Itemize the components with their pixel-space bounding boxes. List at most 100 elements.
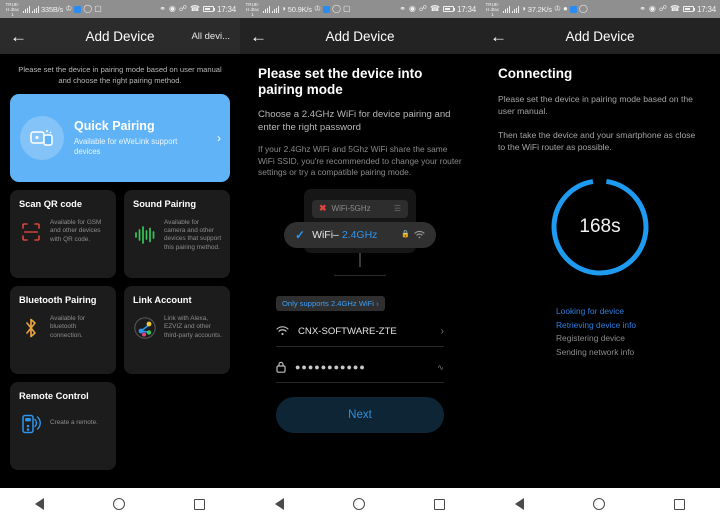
qr-scan-icon — [19, 219, 43, 245]
mute-icon-2: ☎ — [430, 4, 440, 13]
system-nav-bar-2 — [240, 488, 480, 520]
nav-recents-icon[interactable] — [194, 498, 206, 510]
carrier-label-3: TRUE-H dtac 1 — [485, 1, 500, 17]
bluetooth-icon-3: ☍ — [658, 4, 667, 13]
bluetooth-icon-2: ☍ — [418, 4, 427, 13]
card-bluetooth-pairing[interactable]: Bluetooth Pairing Available for bluetoot… — [10, 286, 116, 374]
sound-wave-icon — [133, 222, 157, 248]
quick-pairing-text: Quick Pairing Available for eWeLink supp… — [74, 119, 192, 157]
card-desc: Available for bluetooth connection. — [50, 314, 86, 339]
mute-icon-1: ☎ — [190, 4, 200, 13]
sync-icon-1: ◯ — [83, 4, 93, 13]
ssid-field[interactable]: CNX-SOFTWARE-ZTE › — [276, 317, 444, 347]
card-sound-pairing[interactable]: Sound Pairing Available for camera and o… — [124, 190, 230, 278]
signal-bars-icon-1b — [31, 5, 39, 13]
vpn-key-icon-1: ⚭ — [159, 4, 166, 13]
system-nav-bar-3 — [480, 488, 720, 520]
nav-home-icon[interactable] — [352, 498, 365, 510]
step-registering-device: Registering device — [556, 333, 625, 343]
network-speed-3: 37.2K/s — [527, 4, 552, 14]
card-title: Scan QR code — [19, 199, 83, 209]
wifi-icon-2: ◑ — [280, 4, 286, 13]
step-sending-network-info: Sending network info — [556, 346, 635, 357]
app-bar-1: ← Add Device All devi... — [0, 18, 240, 54]
link-account-icon — [133, 315, 157, 341]
lock-icon — [276, 361, 286, 373]
eye-icon-3: ◉ — [648, 4, 656, 13]
carrier-label-2: TRUE-H dtac 1 — [245, 1, 260, 17]
back-arrow-icon[interactable]: ← — [250, 28, 270, 45]
step-looking-for-device: Looking for device — [556, 306, 624, 316]
status-bar-2: TRUE-H dtac 1 ◑ 50.9K/s ♔ ◯ ▢ ⚭ ◉ ☍ ☎ 17… — [240, 0, 480, 18]
pairing-note-text: If your 2.4Ghz WiFi and 5Ghz WiFi share … — [258, 144, 462, 177]
sync-icon-3: ◯ — [578, 4, 588, 13]
card-remote-control[interactable]: Remote Control Create a remote. — [10, 382, 116, 470]
signal-bars-icon-3 — [503, 5, 510, 13]
ssid-value: CNX-SOFTWARE-ZTE — [298, 325, 397, 337]
wifi-row-24ghz: ✓ WiFi– 2.4GHz 🔒 — [284, 221, 436, 248]
card-desc: Available for camera and other devices t… — [164, 218, 222, 251]
system-nav-bar-1 — [0, 488, 240, 520]
status-bar-3: TRUE-H dtac 1 ◑ 37.2K/s ♔ ● ◯ ⚭ ◉ ☍ ☎ 17… — [480, 0, 720, 18]
only-supports-24ghz-badge[interactable]: Only supports 2.4GHz WiFi › — [276, 295, 385, 311]
nav-home-icon[interactable] — [112, 498, 125, 510]
clock-1: 17:34 — [216, 4, 236, 14]
screen1-body: Please set the device in pairing mode ba… — [0, 54, 240, 488]
phone-screen-add-device-list: TRUE-H dtac 1 335B/s ♔ ◯ ▢ ⚭ ◉ ☍ ☎ 17:34… — [0, 0, 240, 520]
sync-icon-2: ◯ — [332, 4, 341, 13]
back-arrow-icon[interactable]: ← — [10, 28, 30, 45]
next-button[interactable]: Next — [276, 396, 444, 433]
step-retrieving-device-info: Retrieving device info — [556, 319, 637, 330]
wifi-signal-icon — [414, 230, 425, 239]
quick-pairing-title: Quick Pairing — [74, 119, 155, 133]
shield-icon-3: ♔ — [553, 4, 561, 13]
remote-control-icon — [19, 411, 43, 437]
password-field[interactable]: ●●●●●●●●●●● ∿ — [276, 353, 444, 383]
back-arrow-icon[interactable]: ← — [490, 28, 510, 45]
shield-icon-1: ♔ — [65, 4, 73, 13]
battery-icon-2 — [442, 6, 456, 12]
signal-bars-icon-3b — [511, 5, 519, 13]
connecting-heading: Connecting — [498, 66, 573, 81]
connecting-para-2: Then take the device and your smartphone… — [498, 130, 696, 152]
vpn-key-icon-2: ⚭ — [399, 4, 406, 13]
card-desc: Link with Alexa, EZVIZ and other third-p… — [164, 314, 222, 339]
nav-home-icon[interactable] — [592, 498, 605, 510]
pairing-method-grid: Scan QR code Available for GSM and other… — [0, 182, 240, 470]
mute-icon-3: ☎ — [670, 4, 680, 13]
eye-icon-1: ◉ — [168, 4, 176, 13]
app-bar-2: ← Add Device — [240, 18, 480, 54]
password-value: ●●●●●●●●●●● — [295, 362, 366, 372]
screen3-body: Connecting Please set the device in pair… — [480, 54, 720, 488]
monitor-base — [334, 265, 386, 276]
app-badge-icon-2 — [323, 5, 330, 13]
signal-bars-icon-2 — [263, 5, 270, 13]
nav-recents-icon[interactable] — [674, 498, 686, 510]
phone-screen-wifi-setup: TRUE-H dtac 1 ◑ 50.9K/s ♔ ◯ ▢ ⚭ ◉ ☍ ☎ 17… — [240, 0, 480, 520]
chevron-right-icon: › — [217, 131, 221, 145]
wifi-24ghz-label: WiFi– 2.4GHz — [312, 229, 377, 241]
clock-2: 17:34 — [456, 4, 476, 14]
quick-pairing-card[interactable]: Quick Pairing Available for eWeLink supp… — [10, 94, 230, 182]
countdown-ring-wrap: 168s — [498, 175, 702, 279]
nav-recents-icon[interactable] — [434, 498, 446, 510]
nav-back-icon[interactable] — [274, 498, 284, 510]
wifi-illustration: ✖ WiFi-5GHz ☰ ✓ WiFi– 2.4GHz 🔒 — [258, 187, 462, 287]
phone-screen-connecting: TRUE-H dtac 1 ◑ 37.2K/s ♔ ● ◯ ⚭ ◉ ☍ ☎ 17… — [480, 0, 720, 520]
carrier-label-1: TRUE-H dtac 1 — [5, 1, 20, 17]
screen2-body: Please set the device into pairing mode … — [240, 54, 480, 488]
nav-back-icon[interactable] — [514, 498, 524, 510]
nav-back-icon[interactable] — [34, 498, 44, 510]
all-devices-link[interactable]: All devi... — [191, 31, 230, 42]
signal-bars-icon-2b — [271, 5, 279, 13]
card-link-account[interactable]: Link Account Link with Alexa, EZVIZ and … — [124, 286, 230, 374]
battery-icon-3 — [682, 6, 696, 12]
next-button-wrap: Next — [258, 383, 462, 433]
card-desc: Create a remote. — [50, 419, 98, 427]
pairing-mode-heading: Please set the device into pairing mode — [258, 66, 423, 97]
show-password-icon[interactable]: ∿ — [437, 363, 444, 372]
card-scan-qr-code[interactable]: Scan QR code Available for GSM and other… — [10, 190, 116, 278]
screenshot-icon-1: ▢ — [94, 4, 102, 13]
battery-icon-1 — [202, 6, 216, 12]
bluetooth-icon — [19, 315, 43, 341]
